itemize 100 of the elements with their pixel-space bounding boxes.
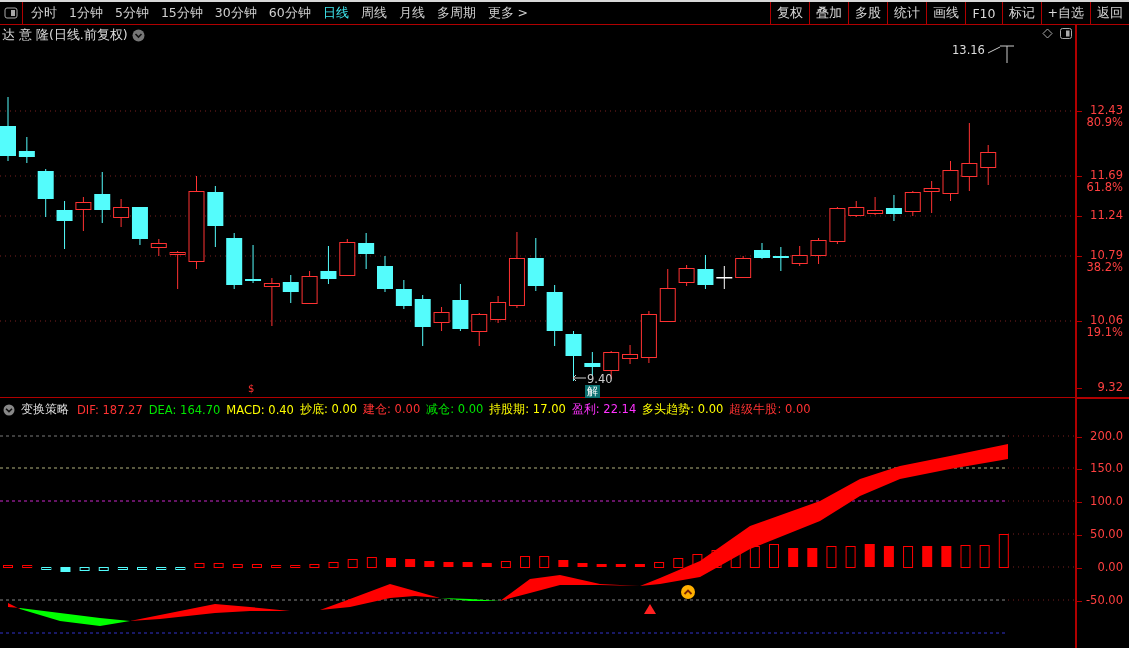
toolbar-button[interactable]: 复权 <box>770 2 810 24</box>
macd-bar <box>826 546 837 568</box>
indicator-value: 多头趋势: 0.00 <box>642 402 724 417</box>
candle <box>452 283 469 332</box>
candle <box>885 194 902 222</box>
candle <box>94 171 111 224</box>
candle <box>565 330 582 382</box>
period-tab[interactable]: 日线 <box>316 2 355 24</box>
dropdown-icon[interactable] <box>131 29 145 42</box>
toolbar-button[interactable]: 统计 <box>887 2 927 24</box>
period-tab[interactable]: 5分钟 <box>108 2 155 24</box>
macd-bar <box>941 546 952 567</box>
macd-bar <box>634 564 645 567</box>
macd-bar <box>979 545 990 568</box>
indicator-axis-label: 0.00 <box>1097 560 1123 574</box>
candle <box>320 245 337 285</box>
candle <box>282 274 299 304</box>
macd-bar <box>251 564 262 568</box>
candle <box>226 232 243 290</box>
candle <box>772 246 789 272</box>
low-price-label: 9.40 <box>587 372 613 386</box>
macd-bar <box>462 562 473 567</box>
macd-bar <box>328 562 339 568</box>
period-tab[interactable]: 周线 <box>354 2 393 24</box>
candle <box>433 306 450 332</box>
period-tab[interactable]: 30分钟 <box>208 2 263 24</box>
toolbar-button[interactable]: 叠加 <box>809 2 849 24</box>
indicator-axis-label: 100.0 <box>1090 494 1123 508</box>
panel-toggle-icon[interactable] <box>1060 28 1072 39</box>
candle <box>263 277 280 327</box>
macd-bar <box>654 562 665 568</box>
macd-bar <box>500 561 511 568</box>
candle <box>942 160 959 202</box>
indicator-value: 减仓: 0.00 <box>426 402 484 417</box>
period-tab[interactable]: 15分钟 <box>154 2 209 24</box>
candle <box>207 185 224 248</box>
indicator-name[interactable]: 变换策略 <box>21 401 69 418</box>
toolbar-button[interactable]: 返回 <box>1090 2 1129 24</box>
macd-bar <box>443 562 454 567</box>
macd-bar <box>366 557 377 568</box>
panel-toggle-icon[interactable] <box>4 7 18 19</box>
candle <box>471 312 488 347</box>
macd-bar <box>769 544 779 568</box>
macd-bar <box>271 565 282 568</box>
macd-bar <box>845 546 856 568</box>
up-chevron-icon <box>681 585 695 599</box>
candle <box>0 96 16 162</box>
macd-bar <box>864 544 875 567</box>
dropdown-icon[interactable] <box>3 403 15 416</box>
candle <box>867 196 884 216</box>
macd-bar <box>596 564 607 567</box>
toolbar-button[interactable]: F10 <box>965 2 1002 24</box>
macd-bar <box>137 567 148 570</box>
candle <box>150 238 167 257</box>
toolbar-button[interactable]: +自选 <box>1040 2 1090 24</box>
indicator-axis-label: -50.00 <box>1085 593 1123 607</box>
macd-bar <box>156 567 167 570</box>
high-price-label: 13.16 <box>952 43 985 57</box>
period-tab[interactable]: 1分钟 <box>63 2 109 24</box>
candle <box>546 284 563 347</box>
period-tab[interactable]: 分时 <box>25 2 63 24</box>
candle <box>678 264 695 287</box>
price-axis-label: 12.43 <box>1090 103 1123 117</box>
buy-triangle-icon <box>644 604 656 614</box>
toolbar-button[interactable]: 标记 <box>1001 2 1041 24</box>
macd-bar <box>290 565 301 568</box>
macd-bar <box>386 558 396 567</box>
macd-bar <box>213 563 224 568</box>
macd-bar <box>347 559 358 568</box>
macd-bar <box>807 548 818 567</box>
signal-badge: 解 <box>585 385 600 398</box>
candle <box>18 136 35 164</box>
macd-bar <box>79 567 90 571</box>
indicator-value: 建仓: 0.00 <box>363 402 421 417</box>
signal-mark: $ <box>248 383 255 394</box>
price-axis-label: 10.79 <box>1090 248 1123 262</box>
candle <box>754 242 770 260</box>
macd-bar <box>232 564 243 568</box>
toolbar-button[interactable]: 多股 <box>848 2 888 24</box>
candle <box>75 196 92 232</box>
macd-bar <box>577 563 588 567</box>
macd-bar <box>520 556 531 568</box>
period-tab[interactable]: 多周期 <box>430 2 482 24</box>
candle <box>56 200 73 250</box>
macd-bar <box>615 564 626 567</box>
toolbar-button[interactable]: 画线 <box>926 2 966 24</box>
candle <box>961 122 978 192</box>
macd-bar <box>558 560 569 567</box>
indicator-axis-label: 50.00 <box>1090 527 1123 541</box>
indicator-value: 盈利: 22.14 <box>571 402 637 417</box>
period-tab[interactable]: 60分钟 <box>262 2 317 24</box>
period-tab[interactable]: 月线 <box>392 2 431 24</box>
candle <box>113 198 130 228</box>
candle <box>829 206 846 245</box>
indicator-value: DIF: 187.27 <box>77 402 143 417</box>
period-tab[interactable]: 更多 > <box>481 2 535 24</box>
macd-bar <box>60 567 71 572</box>
macd-bar <box>998 534 1009 568</box>
diamond-icon[interactable] <box>1042 28 1053 39</box>
candle <box>659 268 676 323</box>
